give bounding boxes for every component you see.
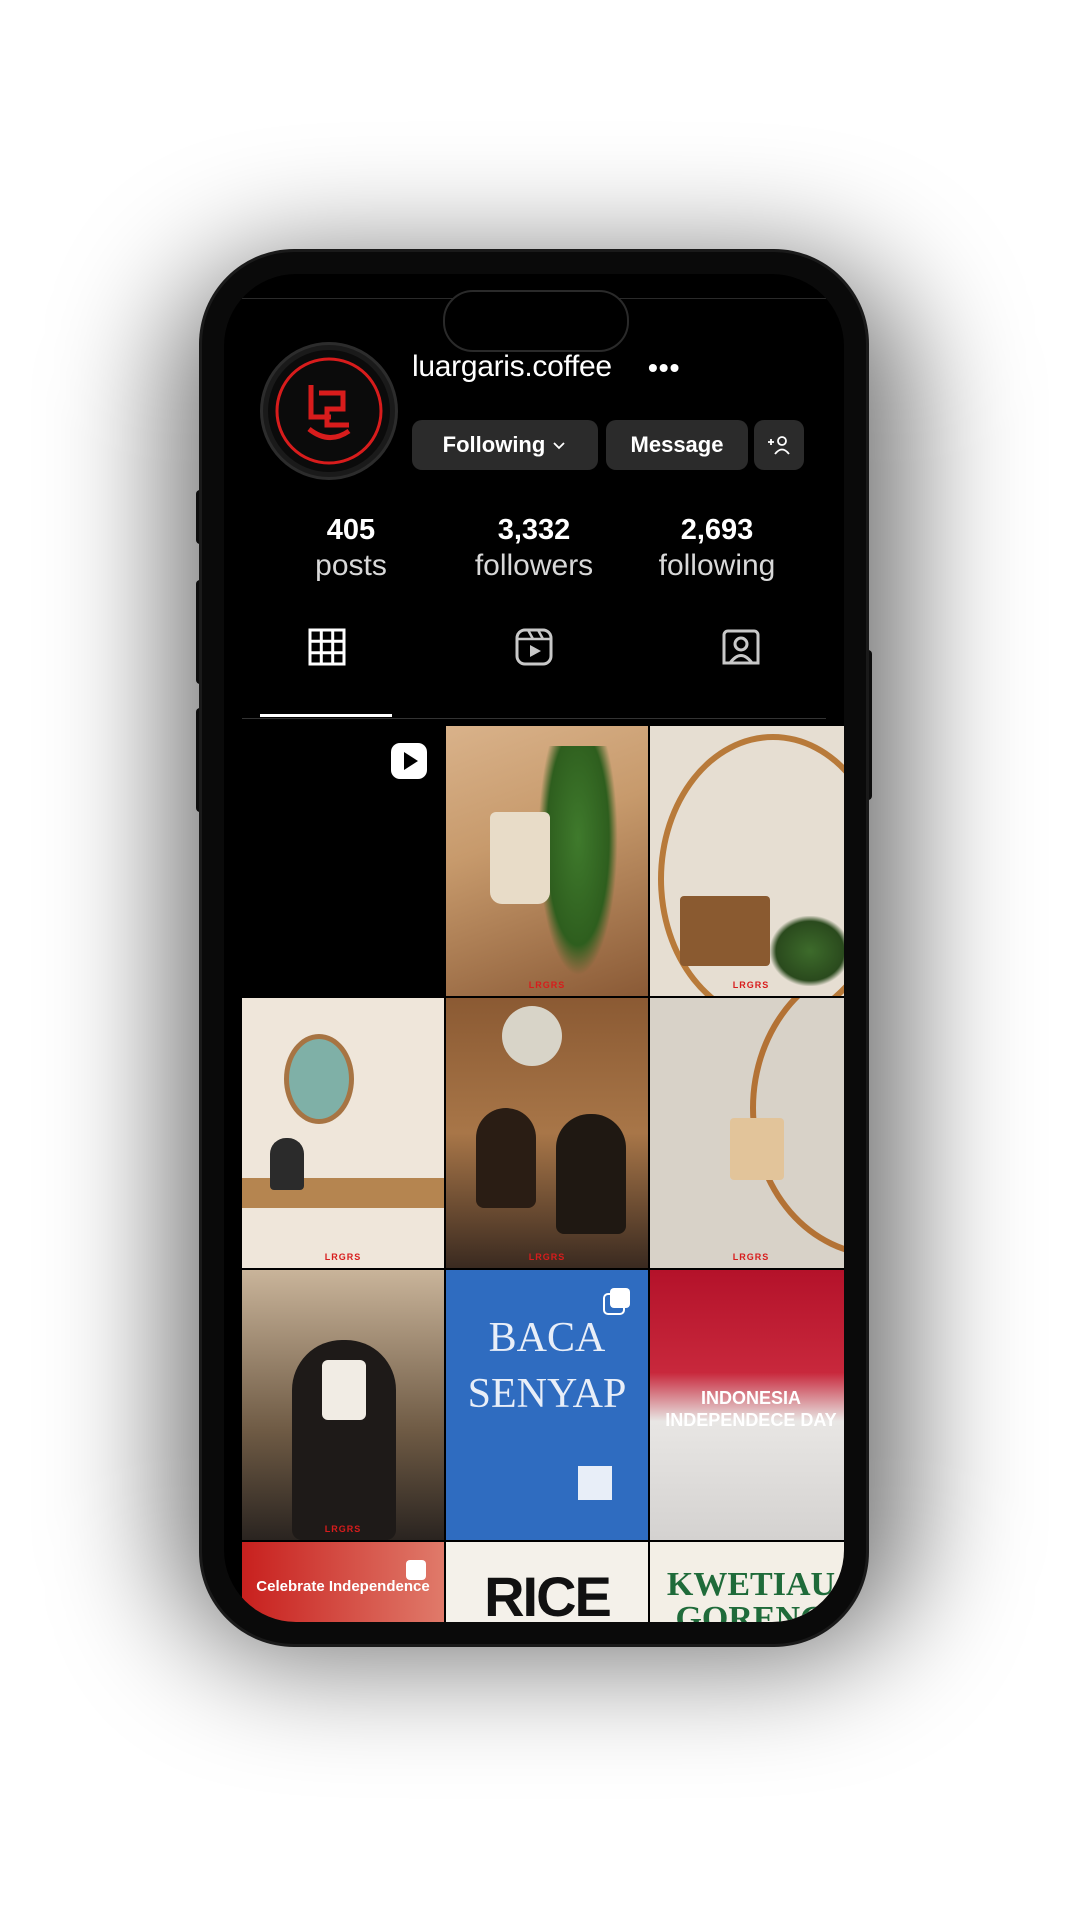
indonesia-title-line-1: INDONESIA [700,1388,801,1408]
add-user-icon [768,436,790,455]
kwetiau-title-line-1: KWETIAU [666,1566,836,1603]
baca-title-line-2: SENYAP [467,1371,627,1417]
message-label: Message [630,432,724,457]
posts-grid: LRGRS LRGRS LRGRS LRGRS LRGRS LRGRS BACA… [242,726,844,1622]
message-button[interactable]: Message [606,420,748,470]
post-watermark: LRGRS [528,1252,566,1262]
following-label: following [658,549,776,582]
indonesia-title-line-2: INDEPENDECE DAY [665,1410,837,1430]
following-button[interactable]: Following [412,420,598,470]
tabs-divider [242,718,826,719]
post-watermark: LRGRS [324,1252,362,1262]
post-watermark: LRGRS [732,1252,770,1262]
post-tile[interactable]: LRGRS [242,998,444,1268]
post-tile[interactable]: INDONESIA INDEPENDECE DAY [650,1270,844,1540]
profile-screen: luargaris.coffee ••• Following Message 4… [224,274,844,1622]
post-tile[interactable]: Celebrate Independence [242,1542,444,1622]
profile-tabs [224,612,844,682]
followers-count: 3,332 [497,514,571,546]
profile-username: luargaris.coffee [412,350,612,383]
post-tile[interactable]: BACA SENYAP [446,1270,648,1540]
reel-icon [391,743,427,779]
phone-frame: luargaris.coffee ••• Following Message 4… [202,252,866,1644]
post-tile[interactable]: LRGRS [446,726,648,996]
baca-title-line-1: BACA [488,1315,606,1361]
followers-stat[interactable]: 3,332 followers [439,514,629,583]
posts-stat[interactable]: 405 posts [256,514,446,583]
post-watermark: LRGRS [528,980,566,990]
post-tile[interactable]: LRGRS [242,1270,444,1540]
luargaris-logo-icon [268,350,390,472]
post-watermark: LRGRS [324,1524,362,1534]
celebrate-text: Celebrate Independence [256,1578,430,1595]
post-tile[interactable]: LRGRS [650,726,844,996]
kwetiau-title-line-2: GORENG [675,1600,827,1622]
carousel-icon [603,1288,630,1315]
chevron-down-icon [553,442,565,450]
posts-label: posts [315,549,387,582]
post-tile[interactable]: RICE [446,1542,648,1622]
posts-count: 405 [326,514,376,546]
following-count: 2,693 [680,514,754,546]
add-user-button[interactable] [754,420,804,470]
more-horizontal-icon[interactable]: ••• [648,352,680,384]
following-stat[interactable]: 2,693 following [622,514,812,583]
followers-label: followers [474,549,594,582]
grid-icon [308,628,346,666]
post-tile[interactable]: KWETIAU GORENG [650,1542,844,1622]
tab-posts-grid[interactable] [224,612,430,682]
tab-tagged[interactable] [638,612,844,682]
rice-text: RICE [484,1565,612,1622]
profile-avatar[interactable] [260,342,398,480]
post-tile[interactable] [242,726,444,996]
reels-icon [515,628,553,666]
dynamic-island [443,290,629,352]
active-tab-indicator [260,714,392,717]
post-watermark: LRGRS [732,980,770,990]
post-tile[interactable]: LRGRS [650,998,844,1268]
following-label: Following [442,432,546,457]
post-tile[interactable]: LRGRS [446,998,648,1268]
tab-reels[interactable] [431,612,637,682]
tagged-user-icon [722,629,760,665]
